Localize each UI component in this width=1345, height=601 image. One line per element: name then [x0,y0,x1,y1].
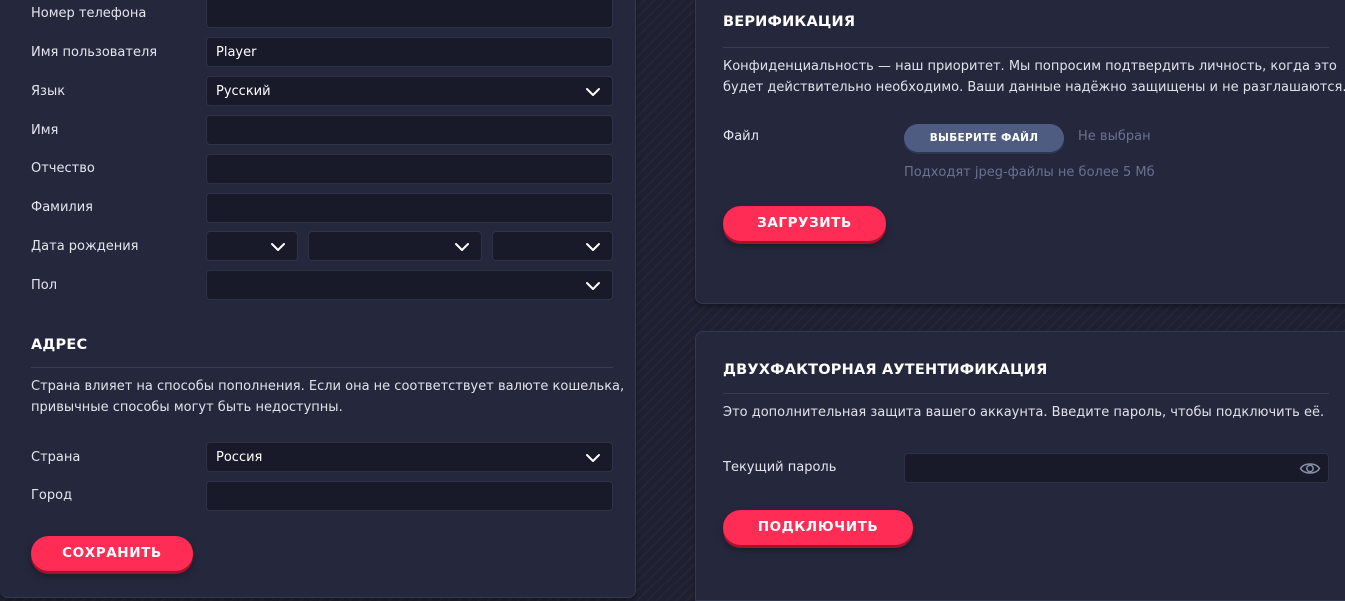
current-password-label: Текущий пароль [723,460,837,475]
verification-description-line1: Конфиденциальность — наш приоритет. Мы п… [723,59,1337,74]
verification-divider [723,47,1329,48]
country-label: Страна [31,450,81,465]
username-input[interactable]: Player [206,37,613,67]
gender-label: Пол [31,278,58,293]
address-description-line1: Страна влияет на способы пополнения. Есл… [31,379,625,394]
patronymic-label: Отчество [31,161,95,176]
first-name-input[interactable] [206,115,613,145]
birth-month-select[interactable] [308,231,482,261]
phone-label: Номер телефона [31,6,147,21]
city-label: Город [31,488,73,503]
birth-day-select[interactable] [206,231,298,261]
chevron-down-icon [455,243,469,251]
verification-panel [695,0,1345,304]
address-title: АДРЕС [31,337,88,353]
username-value: Player [216,45,257,60]
language-select[interactable]: Русский [206,76,613,106]
phone-input[interactable] [206,0,613,28]
birth-year-select[interactable] [492,231,613,261]
chevron-down-icon [271,243,285,251]
address-description-line2: привычные способы могут быть недоступны. [31,400,343,415]
last-name-input[interactable] [206,193,613,223]
verification-description-line2: будет действительно необходимо. Ваши дан… [723,80,1345,95]
chevron-down-icon [586,282,600,290]
connect-button[interactable]: ПОДКЛЮЧИТЬ [723,510,913,545]
eye-icon[interactable] [1299,460,1321,477]
chevron-down-icon [586,243,600,251]
birth-date-label: Дата рождения [31,239,139,254]
file-hint: Подходят jpeg-файлы не более 5 Мб [904,165,1155,180]
current-password-input[interactable] [904,453,1329,483]
city-input[interactable] [206,481,613,511]
address-divider [31,367,613,368]
two-factor-divider [723,393,1329,394]
first-name-label: Имя [31,123,59,138]
two-factor-title: ДВУХФАКТОРНАЯ АУТЕНТИФИКАЦИЯ [723,362,1048,378]
chevron-down-icon [586,454,600,462]
language-label: Язык [31,84,66,99]
file-status: Не выбран [1078,129,1151,144]
language-value: Русский [216,84,271,99]
country-value: Россия [216,450,263,465]
last-name-label: Фамилия [31,200,93,215]
file-label: Файл [723,129,759,144]
username-label: Имя пользователя [31,45,158,60]
verification-title: ВЕРИФИКАЦИЯ [723,14,856,30]
two-factor-description: Это дополнительная защита вашего аккаунт… [723,405,1325,420]
choose-file-button[interactable]: ВЫБЕРИТЕ ФАЙЛ [904,124,1064,152]
upload-button[interactable]: ЗАГРУЗИТЬ [723,206,886,241]
country-select[interactable]: Россия [206,442,613,472]
gender-select[interactable] [206,270,613,300]
patronymic-input[interactable] [206,154,613,184]
save-button[interactable]: СОХРАНИТЬ [31,536,193,571]
chevron-down-icon [586,88,600,96]
